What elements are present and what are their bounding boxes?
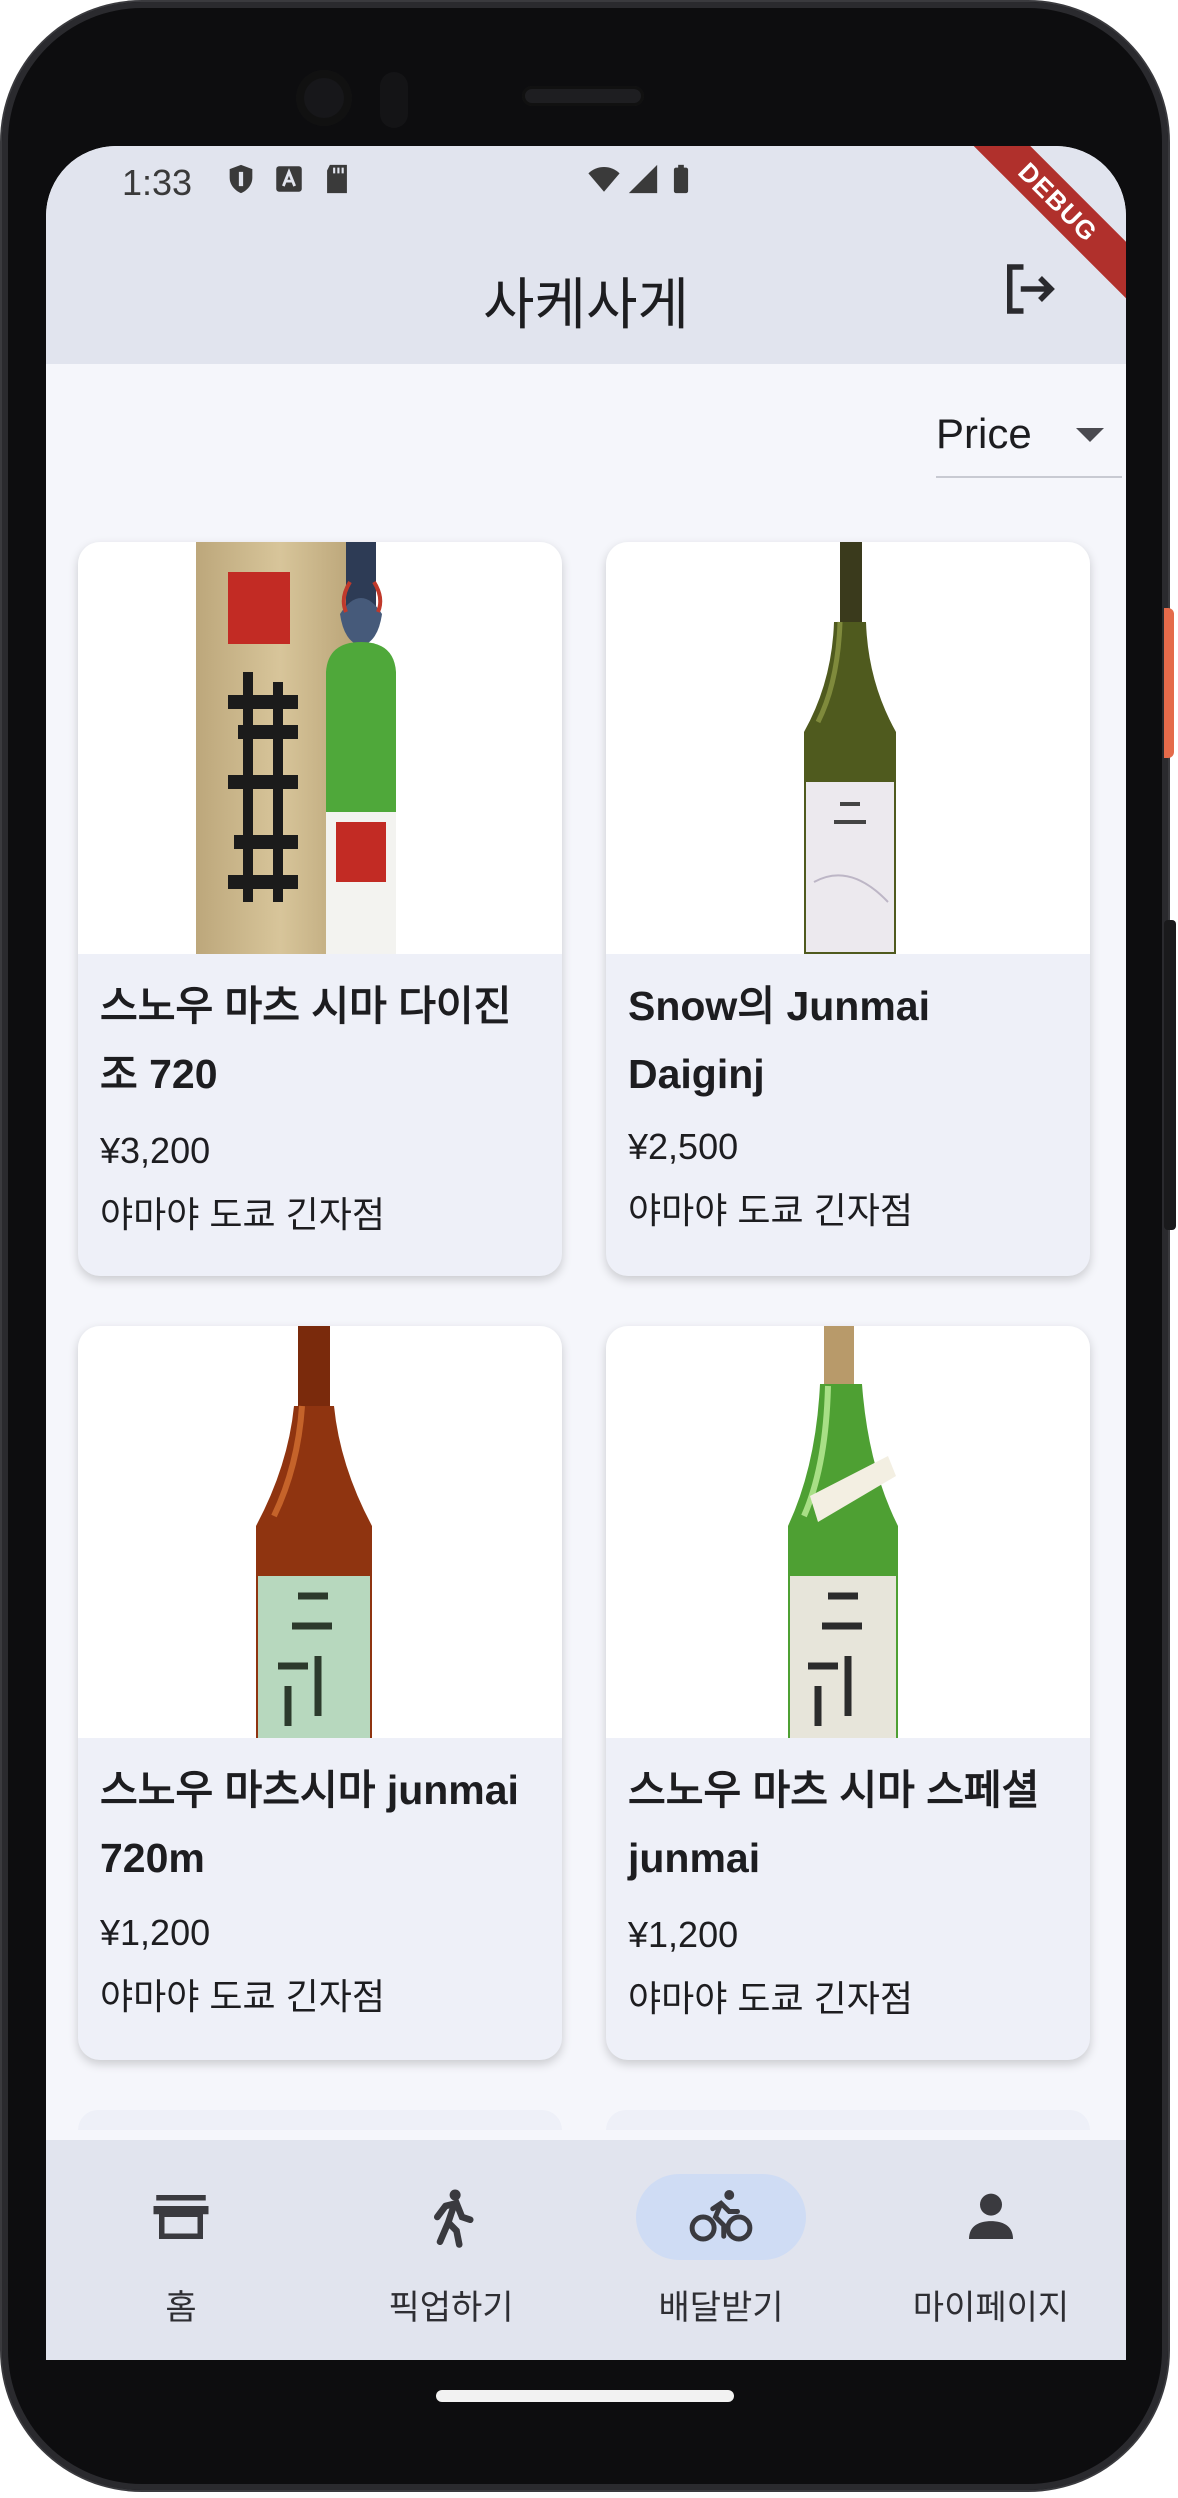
status-bar: 1:33 <box>46 146 1126 218</box>
product-image <box>606 542 1090 954</box>
product-price: ¥2,500 <box>628 1126 739 1167</box>
nav-item-home[interactable]: 홈 <box>46 2174 316 2344</box>
product-card[interactable]: Snow의 Junmai Daiginj ¥2,500 야마야 도쿄 긴자점 <box>606 542 1090 1276</box>
person-icon <box>969 2193 1013 2239</box>
screen: 1:33 사케사게 DEBUG Price 스노우 마츠 시마 다이진 조 72… <box>46 146 1126 2360</box>
status-time: 1:33 <box>122 162 193 203</box>
sake-bottle-image <box>804 542 896 954</box>
product-image <box>78 1326 562 1738</box>
nav-label: 배달받기 <box>658 2289 784 2327</box>
nav-label: 마이페이지 <box>912 2289 1070 2327</box>
sort-dropdown[interactable]: Price <box>936 398 1122 478</box>
app-title: 사케사게 <box>482 273 690 336</box>
sd-card-icon <box>327 164 347 194</box>
product-store: 야마야 도쿄 긴자점 <box>100 1194 385 1235</box>
walk-icon <box>433 2189 474 2248</box>
nav-label: 픽업하기 <box>388 2289 514 2327</box>
bike-icon <box>689 2190 753 2242</box>
product-name: 스노우 마츠시마 junmai 720m <box>100 1767 519 1881</box>
product-price: ¥1,200 <box>628 1914 739 1955</box>
product-name: 스노우 마츠 시마 스페셜 junmai <box>628 1767 1040 1881</box>
wifi-icon <box>588 166 620 192</box>
product-price: ¥3,200 <box>100 1130 211 1171</box>
sake-bottle-image <box>788 1326 898 1738</box>
product-card[interactable]: 스노우 마츠시마 junmai 720m ¥1,200 야마야 도쿄 긴자점 <box>78 1326 562 2060</box>
product-card[interactable] <box>606 2110 1090 2130</box>
earpiece <box>522 86 644 106</box>
product-store: 야마야 도쿄 긴자점 <box>628 1190 913 1231</box>
battery-icon <box>673 164 689 194</box>
sake-bottle-box-image <box>196 542 396 954</box>
dropdown-arrow-icon <box>1076 428 1104 442</box>
product-image <box>78 542 562 954</box>
nav-item-delivery[interactable]: 배달받기 <box>586 2174 856 2344</box>
signal-icon <box>628 164 658 194</box>
nav-item-mypage[interactable]: 마이페이지 <box>856 2174 1126 2344</box>
logout-icon[interactable] <box>996 256 1062 322</box>
shield-icon <box>229 164 253 194</box>
product-name: 스노우 마츠 시마 다이진 조 720 <box>100 983 512 1097</box>
product-name: Snow의 Junmai Daiginj <box>628 983 930 1097</box>
home-indicator[interactable] <box>436 2390 734 2402</box>
product-price: ¥1,200 <box>100 1912 211 1953</box>
store-icon <box>153 2195 209 2239</box>
bottom-navigation: 홈 픽업하기 배달받기 마이페이지 <box>46 2140 1126 2360</box>
sake-bottle-image <box>256 1326 372 1738</box>
product-card[interactable]: 스노우 마츠 시마 다이진 조 720 ¥3,200 야마야 도쿄 긴자점 <box>78 542 562 1276</box>
font-a-icon <box>276 166 302 192</box>
product-card[interactable]: 스노우 마츠 시마 스페셜 junmai ¥1,200 야마야 도쿄 긴자점 <box>606 1326 1090 2060</box>
nav-label: 홈 <box>165 2289 197 2327</box>
sort-selected-value: Price <box>936 410 1032 457</box>
volume-button <box>1164 920 1176 1230</box>
front-camera <box>296 70 352 126</box>
nav-item-pickup[interactable]: 픽업하기 <box>316 2174 586 2344</box>
app-bar: 사케사게 <box>46 218 1126 364</box>
sensor <box>380 72 408 128</box>
power-button <box>1164 608 1174 758</box>
product-card[interactable] <box>78 2110 562 2130</box>
product-store: 야마야 도쿄 긴자점 <box>628 1978 913 2019</box>
product-store: 야마야 도쿄 긴자점 <box>100 1976 385 2017</box>
product-image <box>606 1326 1090 1738</box>
